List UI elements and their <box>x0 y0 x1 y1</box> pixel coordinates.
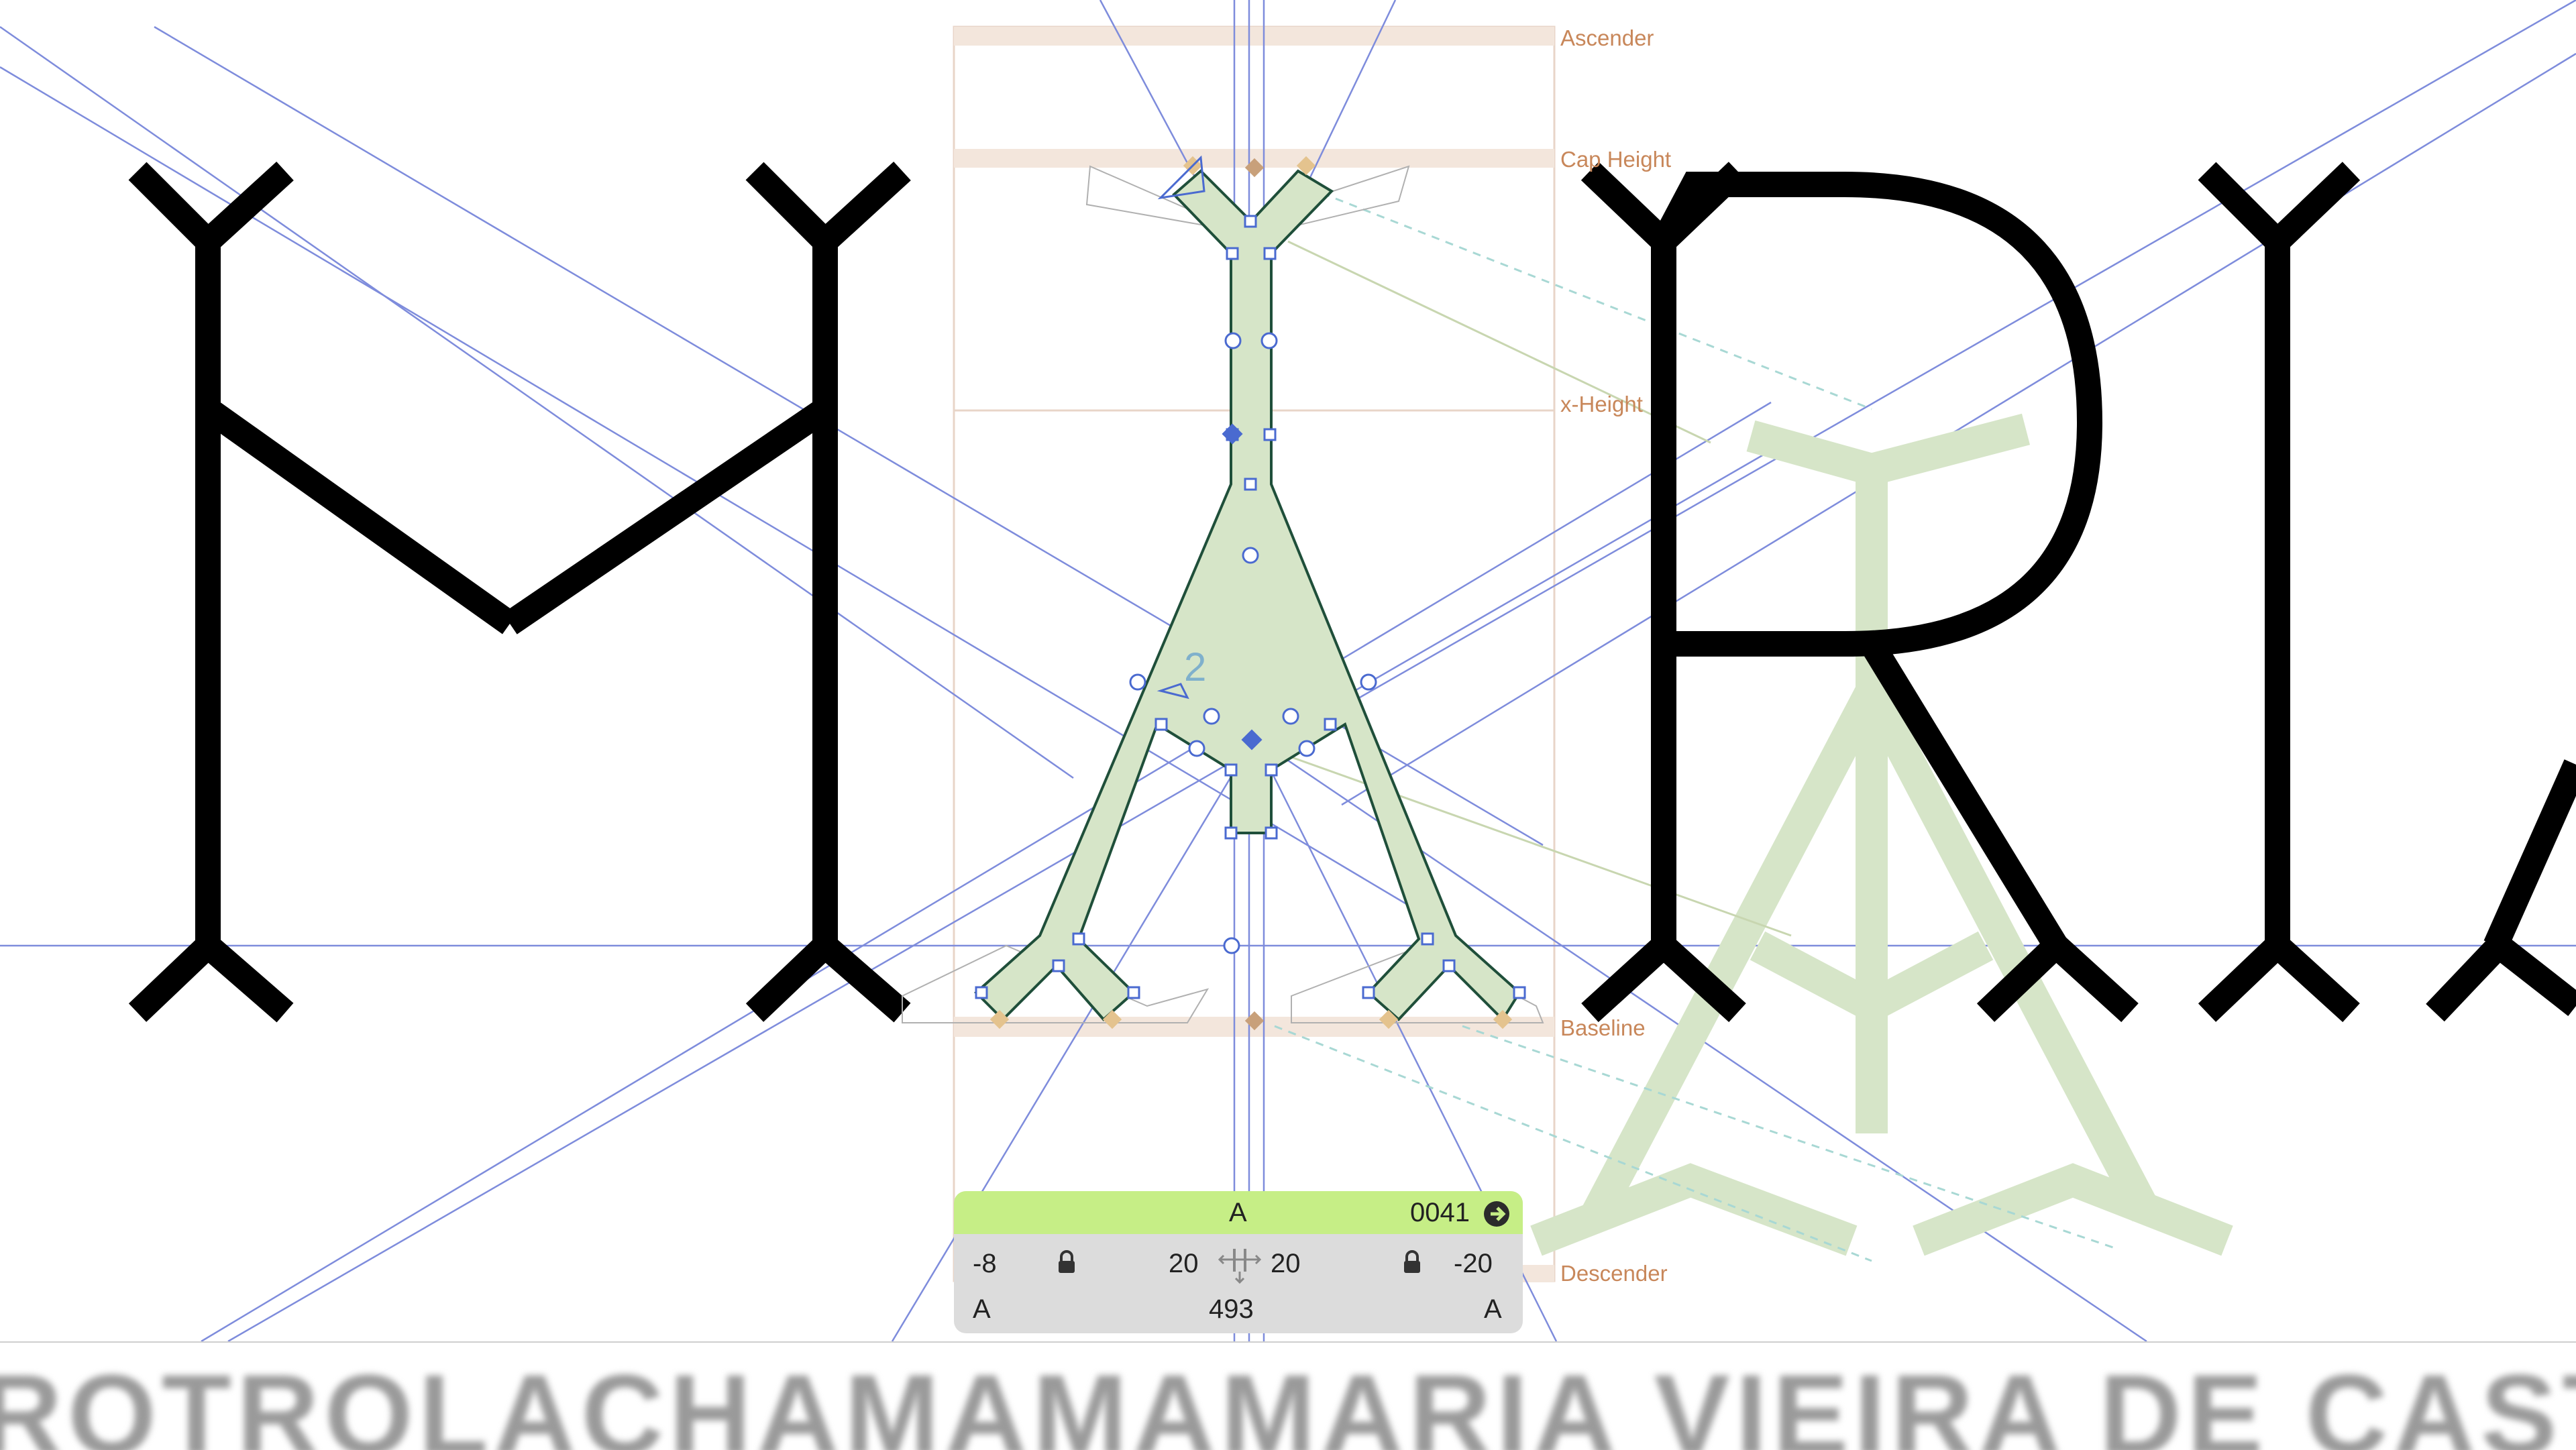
glyph-A-partial[interactable] <box>2426 759 2576 1022</box>
ascender-label: Ascender <box>1560 25 1654 50</box>
preview-area[interactable]: ROTROLACHAMAMAMARIA VIEIRA DE CASTRO <box>0 1341 2576 1450</box>
glyph-I[interactable] <box>2198 162 2361 1023</box>
connection-lines <box>1274 186 2114 1262</box>
kerning-icon <box>1218 1249 1262 1284</box>
rsb-field[interactable]: -20 <box>1454 1247 1493 1280</box>
preview-text: ROTROLACHAMAMAMARIA VIEIRA DE CASTRO <box>0 1351 2576 1450</box>
glyph-outline[interactable] <box>974 169 1521 1022</box>
baseline-label: Baseline <box>1560 1015 1646 1040</box>
right-group-field[interactable]: A <box>1484 1293 1502 1325</box>
left-kerning-field[interactable]: 20 <box>1169 1247 1199 1280</box>
active-glyph-A[interactable]: 2 <box>902 155 1544 1031</box>
ascender-band <box>954 27 1554 46</box>
glyph-name-field[interactable]: A <box>1229 1196 1247 1229</box>
go-to-glyph-button[interactable] <box>1484 1201 1509 1227</box>
glyph-info-box[interactable]: A 0041 -8 20 20 -20 A 493 A <box>954 1191 1523 1333</box>
background-layer-glyph <box>1530 413 2233 1256</box>
descender-label: Descender <box>1560 1261 1668 1286</box>
lock-left-icon[interactable] <box>1057 1250 1077 1274</box>
lock-right-icon[interactable] <box>1402 1250 1422 1274</box>
lsb-field[interactable]: -8 <box>973 1247 997 1280</box>
right-kerning-field[interactable]: 20 <box>1271 1247 1301 1280</box>
node-index-label: 2 <box>1184 645 1206 689</box>
x-height-label: x-Height <box>1560 392 1643 416</box>
glyph-M[interactable] <box>128 161 911 1023</box>
unicode-field[interactable]: 0041 <box>1410 1196 1470 1229</box>
cap-height-label: Cap Height <box>1560 147 1672 172</box>
arrow-right-icon <box>1491 1207 1506 1221</box>
left-group-field[interactable]: A <box>973 1293 991 1325</box>
width-field[interactable]: 493 <box>1209 1293 1254 1325</box>
glyph-edit-canvas[interactable]: 2 <box>0 0 2576 1341</box>
